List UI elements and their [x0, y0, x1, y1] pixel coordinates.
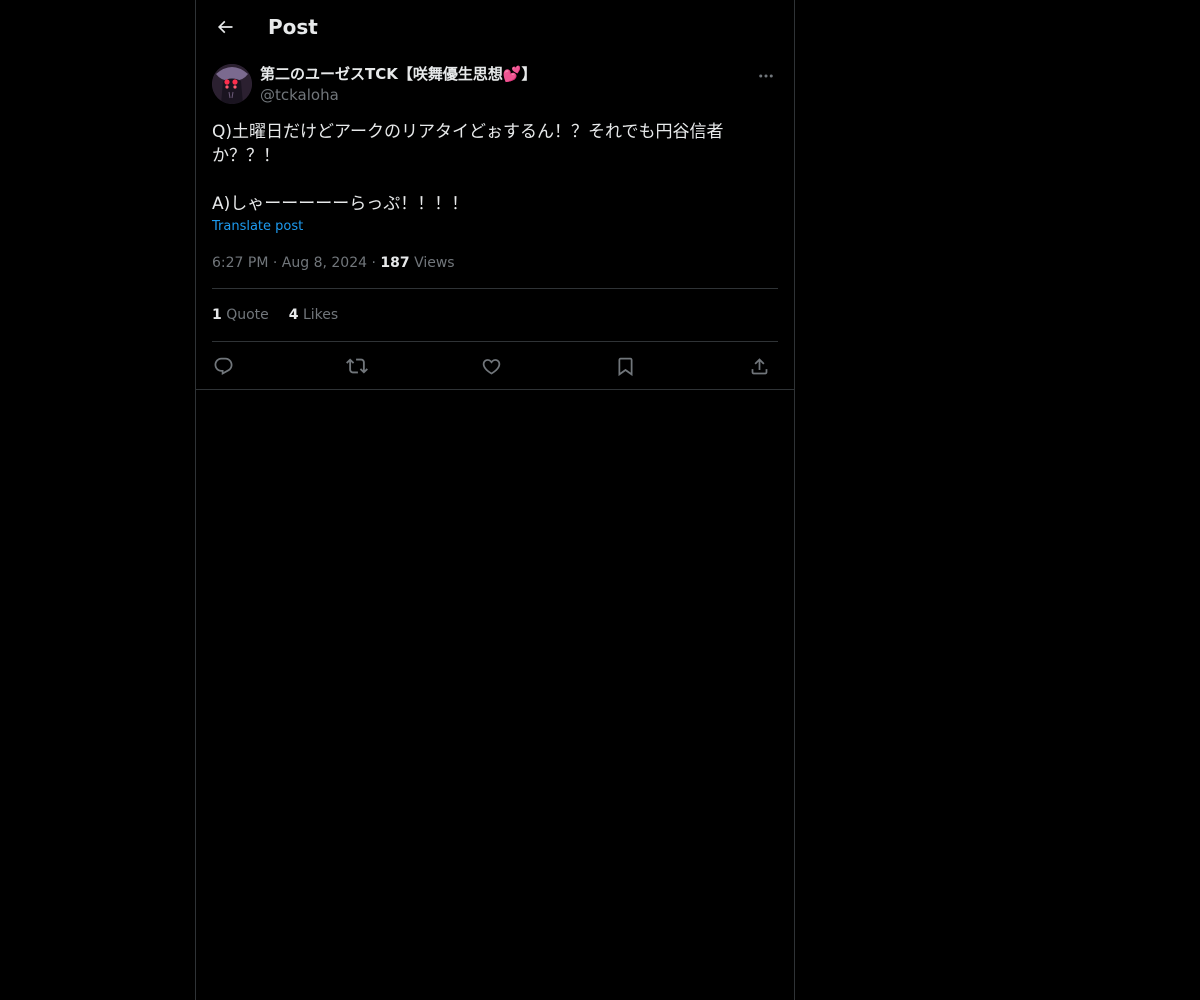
page-header: Post — [196, 0, 794, 53]
likes-count: 4 — [288, 307, 299, 323]
like-button[interactable] — [476, 351, 506, 381]
bookmark-button[interactable] — [610, 351, 640, 381]
author-handle[interactable]: @tckaloha — [260, 85, 537, 105]
quotes-stat[interactable]: 1 Quote — [212, 305, 269, 325]
bookmark-icon — [615, 356, 636, 377]
share-button[interactable] — [744, 351, 774, 381]
meta-separator: · — [272, 255, 278, 271]
post-date[interactable]: Aug 8, 2024 — [282, 255, 367, 271]
divider — [212, 341, 778, 342]
avatar[interactable] — [212, 64, 252, 104]
repost-icon — [346, 355, 368, 377]
divider — [212, 288, 778, 289]
quotes-count: 1 — [212, 307, 222, 323]
likes-stat[interactable]: 4 Likes — [289, 305, 338, 325]
meta-separator: · — [371, 255, 376, 271]
page-title: Post — [268, 15, 318, 39]
translate-post-link[interactable]: Translate post — [212, 219, 303, 235]
author-info[interactable]: 第二のユーゼスTCK【咲舞優生思想💕】 @tckaloha — [260, 64, 537, 105]
views-label: Views — [414, 255, 455, 271]
more-options-button[interactable] — [754, 64, 778, 88]
thread-divider — [196, 389, 794, 390]
back-button[interactable] — [208, 10, 242, 44]
post-text: Q)土曜日だけどアークのリアタイどぉするん！？それでも円谷信者 か？？！ A)し… — [212, 122, 724, 214]
reply-icon — [213, 356, 234, 377]
post-metadata: 6:27 PM · Aug 8, 2024 · 187 Views — [212, 253, 455, 273]
views-count: 187 — [380, 255, 410, 271]
primary-column: Post 第二のユーゼスTCK【咲舞優生思想💕】 @tckaloha Q)土曜日… — [195, 0, 795, 1000]
share-icon — [749, 356, 770, 377]
quotes-label: Quote — [226, 307, 269, 323]
post-actions — [212, 349, 778, 381]
author-display-name[interactable]: 第二のユーゼスTCK【咲舞優生思想💕】 — [260, 64, 537, 84]
post-time[interactable]: 6:27 PM — [212, 255, 268, 271]
post-stats: 1 Quote 4 Likes — [212, 305, 338, 325]
reply-button[interactable] — [208, 351, 238, 381]
more-horizontal-icon — [757, 67, 775, 85]
arrow-left-icon — [215, 17, 235, 37]
heart-icon — [481, 356, 502, 377]
likes-label: Likes — [302, 307, 339, 323]
repost-button[interactable] — [342, 351, 372, 381]
